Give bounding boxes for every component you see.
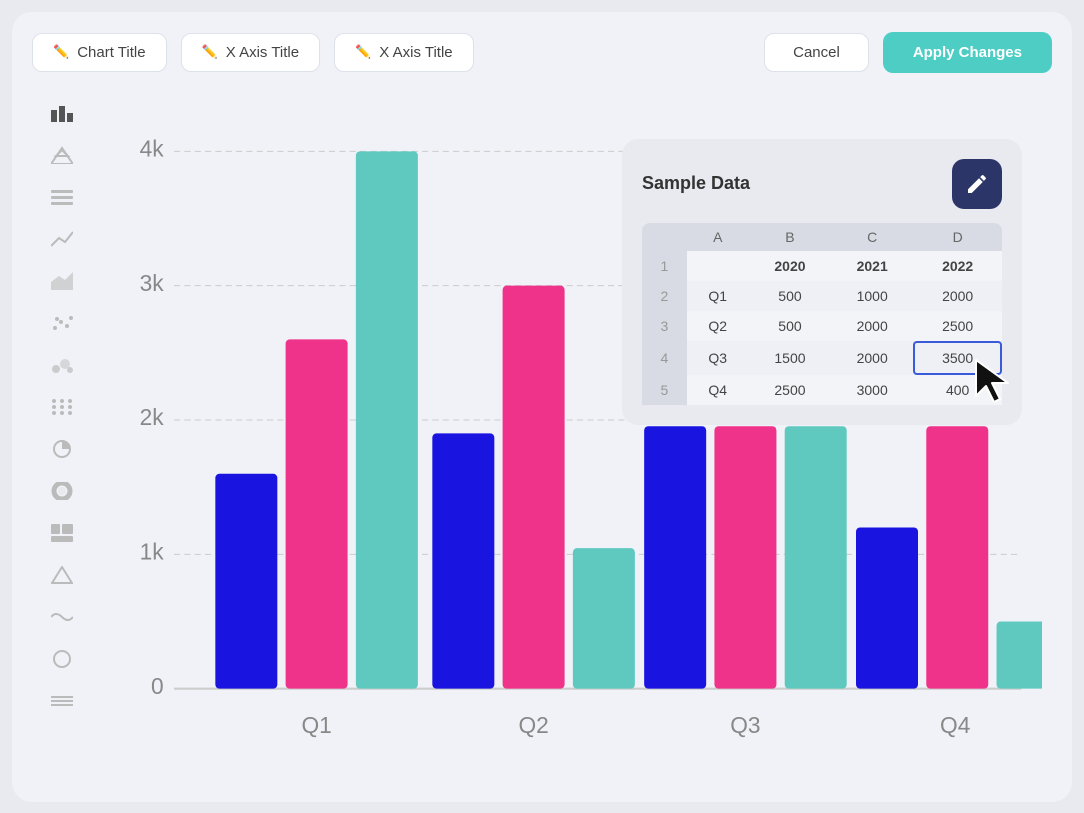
- cell-2a[interactable]: Q1: [687, 281, 749, 311]
- row-num-1: 1: [642, 251, 687, 281]
- row-num-5: 5: [642, 375, 687, 405]
- chart-container: 0 1k 2k 3k 4k: [112, 109, 1042, 762]
- pencil-icon-xaxis2: ✏️: [355, 44, 371, 60]
- table-row: 2 Q1 500 1000 2000: [642, 281, 1002, 311]
- donut-chart-icon[interactable]: [48, 477, 76, 505]
- table-row: 1 2020 2021 2022: [642, 251, 1002, 281]
- q4-2020-bar: [856, 527, 918, 688]
- chart-title-button[interactable]: ✏️ Chart Title: [32, 33, 167, 72]
- list-icon[interactable]: [48, 183, 76, 211]
- q3-2020-bar: [644, 426, 706, 688]
- x-axis-title-button-1[interactable]: ✏️ X Axis Title: [181, 33, 321, 72]
- svg-text:Q1: Q1: [301, 712, 331, 738]
- cell-5b[interactable]: 2500: [749, 375, 831, 405]
- q2-2021-bar: [503, 285, 565, 688]
- sample-data-panel: Sample Data A B: [622, 139, 1022, 425]
- chart-title-label: Chart Title: [77, 44, 145, 61]
- cell-3b[interactable]: 500: [749, 311, 831, 341]
- col-header-d: D: [913, 223, 1002, 251]
- svg-text:4k: 4k: [140, 135, 165, 161]
- col-header-a: A: [687, 223, 749, 251]
- cell-2d[interactable]: 2000: [913, 281, 1002, 311]
- q2-2020-bar: [432, 433, 494, 688]
- bubble-chart-icon[interactable]: [48, 351, 76, 379]
- svg-text:Q3: Q3: [730, 712, 760, 738]
- svg-text:Q4: Q4: [940, 712, 970, 738]
- chart-wrapper: 0 1k 2k 3k 4k: [92, 89, 1052, 782]
- cell-5c[interactable]: 3000: [831, 375, 913, 405]
- svg-text:Q2: Q2: [518, 712, 548, 738]
- pencil-icon-xaxis1: ✏️: [202, 44, 218, 60]
- pie-chart-icon[interactable]: [48, 435, 76, 463]
- col-header-b: B: [749, 223, 831, 251]
- content-area: 0 1k 2k 3k 4k: [32, 89, 1052, 782]
- cell-5a[interactable]: Q4: [687, 375, 749, 405]
- triangle-chart-icon[interactable]: [48, 561, 76, 589]
- scatter-dots-icon[interactable]: [48, 309, 76, 337]
- q2-2022-bar: [573, 548, 635, 689]
- cell-4d[interactable]: 3500: [913, 341, 1002, 375]
- cell-4c[interactable]: 2000: [831, 341, 913, 375]
- cell-2c[interactable]: 1000: [831, 281, 913, 311]
- cell-1c[interactable]: 2021: [831, 251, 913, 281]
- col-header-c: C: [831, 223, 913, 251]
- q1-2022-bar: [356, 151, 418, 688]
- sample-panel-header: Sample Data: [642, 159, 1002, 209]
- sidebar: [32, 89, 92, 782]
- data-table: A B C D 1 2020 2021: [642, 223, 1002, 405]
- svg-text:1k: 1k: [140, 538, 165, 564]
- cell-3a[interactable]: Q2: [687, 311, 749, 341]
- main-container: ✏️ Chart Title ✏️ X Axis Title ✏️ X Axis…: [12, 12, 1072, 802]
- table-row: 3 Q2 500 2000 2500: [642, 311, 1002, 341]
- x-axis-title-button-2[interactable]: ✏️ X Axis Title: [334, 33, 474, 72]
- q3-2022-bar: [785, 426, 847, 688]
- area-chart-icon[interactable]: [48, 267, 76, 295]
- q4-2021-bar: [926, 426, 988, 688]
- cell-2b[interactable]: 500: [749, 281, 831, 311]
- cell-4b[interactable]: 1500: [749, 341, 831, 375]
- cell-1a[interactable]: [687, 251, 749, 281]
- bar-chart-icon[interactable]: [48, 99, 76, 127]
- row-num-4: 4: [642, 341, 687, 375]
- edit-data-button[interactable]: [952, 159, 1002, 209]
- cell-3c[interactable]: 2000: [831, 311, 913, 341]
- cell-5d[interactable]: 400: [913, 375, 1002, 405]
- apply-changes-button[interactable]: Apply Changes: [883, 32, 1052, 73]
- toolbar: ✏️ Chart Title ✏️ X Axis Title ✏️ X Axis…: [32, 32, 1052, 73]
- mountain-chart-icon[interactable]: [48, 141, 76, 169]
- cancel-button[interactable]: Cancel: [764, 33, 869, 72]
- svg-text:0: 0: [151, 672, 164, 698]
- table-row: 4 Q3 1500 2000 3500: [642, 341, 1002, 375]
- pencil-icon-chart: ✏️: [53, 44, 69, 60]
- wave-icon[interactable]: [48, 603, 76, 631]
- col-header-empty: [642, 223, 687, 251]
- q1-2021-bar: [286, 339, 348, 688]
- svg-text:2k: 2k: [140, 404, 165, 430]
- row-num-2: 2: [642, 281, 687, 311]
- circle-icon[interactable]: [48, 645, 76, 673]
- table-row: 5 Q4 2500 3000 400: [642, 375, 1002, 405]
- cell-3d[interactable]: 2500: [913, 311, 1002, 341]
- cell-1b[interactable]: 2020: [749, 251, 831, 281]
- dot-grid-icon[interactable]: [48, 393, 76, 421]
- line-chart-icon[interactable]: [48, 225, 76, 253]
- q1-2020-bar: [215, 473, 277, 688]
- q3-2021-bar: [714, 426, 776, 688]
- cell-4a[interactable]: Q3: [687, 341, 749, 375]
- sample-panel-title: Sample Data: [642, 173, 750, 194]
- x-axis-title-label-2: X Axis Title: [379, 44, 452, 61]
- q4-2022-bar: [997, 621, 1042, 688]
- svg-text:3k: 3k: [140, 269, 165, 295]
- row-num-3: 3: [642, 311, 687, 341]
- multi-line-icon[interactable]: [48, 687, 76, 715]
- treemap-icon[interactable]: [48, 519, 76, 547]
- cell-1d[interactable]: 2022: [913, 251, 1002, 281]
- x-axis-title-label-1: X Axis Title: [226, 44, 299, 61]
